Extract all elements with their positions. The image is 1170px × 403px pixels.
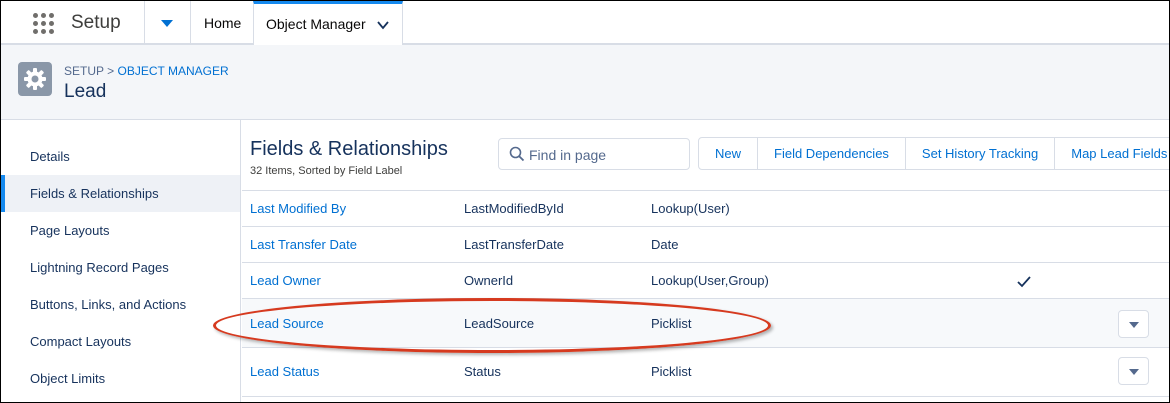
- field-api-name: LeadSource: [464, 316, 535, 331]
- tab-object-manager-label: Object Manager: [266, 16, 366, 32]
- top-nav: Setup Home Object Manager: [1, 1, 1169, 45]
- page-header: SETUP > OBJECT MANAGER Lead: [1, 45, 1169, 120]
- breadcrumb-object-manager-link[interactable]: OBJECT MANAGER: [118, 64, 229, 78]
- field-label-link[interactable]: Lead Owner: [250, 273, 321, 288]
- breadcrumb: SETUP > OBJECT MANAGER: [64, 64, 229, 78]
- nav-menu-chevron-down-icon[interactable]: [161, 20, 173, 27]
- app-name: Setup: [71, 12, 121, 33]
- tab-home[interactable]: Home: [204, 1, 241, 43]
- field-label-link[interactable]: Lead Source: [250, 316, 324, 331]
- field-label-link[interactable]: Last Modified By: [250, 201, 346, 216]
- field-type: Picklist: [651, 316, 692, 331]
- breadcrumb-setup: SETUP: [64, 64, 104, 78]
- setup-gear-icon: [18, 62, 52, 96]
- row-actions-chevron-down-icon[interactable]: [1118, 310, 1149, 338]
- checkmark-icon: [1017, 276, 1031, 288]
- tab-object-manager[interactable]: Object Manager: [253, 1, 403, 45]
- find-in-page-input[interactable]: [529, 145, 684, 165]
- setup-window: Setup Home Object Manager SETUP > OBJECT…: [0, 0, 1170, 403]
- find-in-page-box: [498, 138, 690, 170]
- page-title: Lead: [64, 81, 107, 102]
- sidebar-item-lightning-record-pages[interactable]: Lightning Record Pages: [1, 249, 240, 286]
- sidebar-item-object-limits[interactable]: Object Limits: [1, 360, 240, 397]
- nav-divider: [144, 1, 145, 43]
- field-label-link[interactable]: Lead Status: [250, 364, 319, 379]
- chevron-down-icon[interactable]: [376, 18, 390, 32]
- field-type: Lookup(User,Group): [651, 273, 769, 288]
- table-row: Lead Owner OwnerId Lookup(User,Group): [242, 262, 1169, 298]
- sidebar-item-buttons-links-actions[interactable]: Buttons, Links, and Actions: [1, 286, 240, 323]
- field-dependencies-button[interactable]: Field Dependencies: [758, 138, 906, 169]
- table-row: Last Transfer Date LastTransferDate Date: [242, 226, 1169, 262]
- app-launcher-icon[interactable]: [33, 13, 55, 35]
- main-content: Fields & Relationships 32 Items, Sorted …: [242, 120, 1169, 402]
- section-subtitle: 32 Items, Sorted by Field Label: [250, 165, 403, 177]
- table-row: Lead Status Status Picklist: [242, 347, 1169, 396]
- map-lead-fields-button[interactable]: Map Lead Fields: [1055, 138, 1169, 169]
- section-title: Fields & Relationships: [250, 138, 448, 160]
- field-api-name: LastModifiedById: [464, 201, 564, 216]
- table-row: Last Modified By LastModifiedById Lookup…: [242, 190, 1169, 226]
- field-type: Picklist: [651, 364, 692, 379]
- field-api-name: LastTransferDate: [464, 237, 564, 252]
- nav-divider: [190, 1, 191, 43]
- set-history-tracking-button[interactable]: Set History Tracking: [906, 138, 1056, 169]
- action-button-group: New Field Dependencies Set History Track…: [698, 137, 1169, 170]
- sidebar-item-fields-relationships[interactable]: Fields & Relationships: [1, 175, 240, 212]
- table-row: Lead Source LeadSource Picklist: [242, 298, 1169, 347]
- sidebar-item-compact-layouts[interactable]: Compact Layouts: [1, 323, 240, 360]
- search-icon: [509, 146, 525, 162]
- field-type: Lookup(User): [651, 201, 730, 216]
- field-api-name: OwnerId: [464, 273, 514, 288]
- sidebar-item-details[interactable]: Details: [1, 138, 240, 175]
- sidebar: Details Fields & Relationships Page Layo…: [1, 120, 241, 402]
- row-actions-chevron-down-icon[interactable]: [1118, 357, 1149, 385]
- breadcrumb-separator: >: [107, 64, 115, 78]
- field-label-link[interactable]: Last Transfer Date: [250, 237, 357, 252]
- table-row: [242, 396, 1169, 402]
- new-button[interactable]: New: [699, 138, 759, 169]
- sidebar-item-page-layouts[interactable]: Page Layouts: [1, 212, 240, 249]
- field-api-name: Status: [464, 364, 501, 379]
- field-type: Date: [651, 237, 679, 252]
